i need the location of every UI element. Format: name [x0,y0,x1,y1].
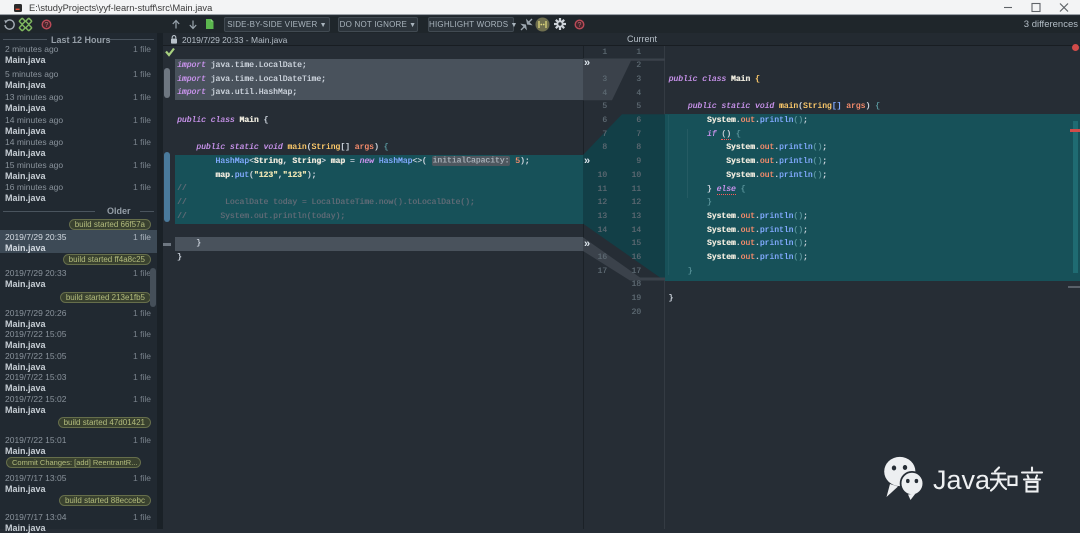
svg-text:?: ? [578,22,582,29]
svg-text:?: ? [45,22,49,29]
